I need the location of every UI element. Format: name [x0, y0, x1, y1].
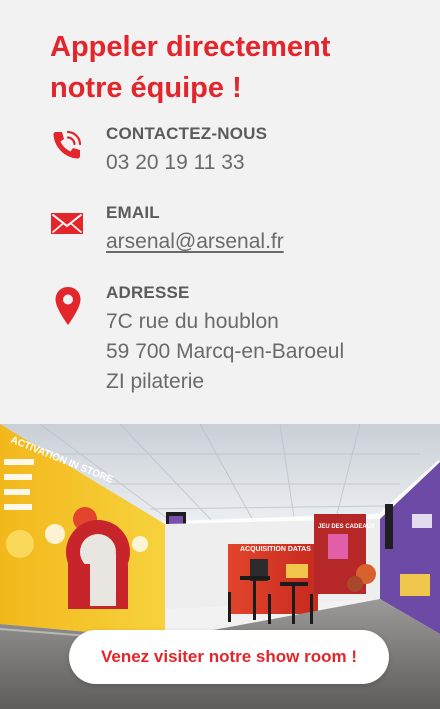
- sign-booth: JEU DES CADEAUX: [318, 524, 375, 530]
- email-label: EMAIL: [106, 203, 160, 222]
- contact-section: Appeler directement notre équipe ! CONTA…: [0, 0, 440, 424]
- map-pin-icon: [55, 287, 81, 325]
- email-link[interactable]: arsenal@arsenal.fr: [106, 227, 284, 257]
- sign-acquisition: ACQUISITION DATAS: [240, 546, 311, 553]
- address-line-2: 59 700 Marcq-en-Baroeul: [106, 340, 345, 363]
- visit-showroom-button[interactable]: Venez visiter notre show room !: [69, 630, 389, 684]
- envelope-icon: [51, 213, 83, 234]
- address-line-1: 7C rue du houblon: [106, 310, 279, 333]
- phone-icon: [53, 130, 82, 159]
- phone-number[interactable]: 03 20 19 11 33: [106, 148, 245, 178]
- address-line-3: ZI pilaterie: [106, 370, 205, 393]
- address-label: ADRESSE: [106, 283, 190, 302]
- contact-headline: Appeler directement notre équipe !: [50, 31, 331, 104]
- phone-label: CONTACTEZ-NOUS: [106, 124, 268, 143]
- address-lines: 7C rue du houblon 59 700 Marcq-en-Baroeu…: [106, 307, 344, 397]
